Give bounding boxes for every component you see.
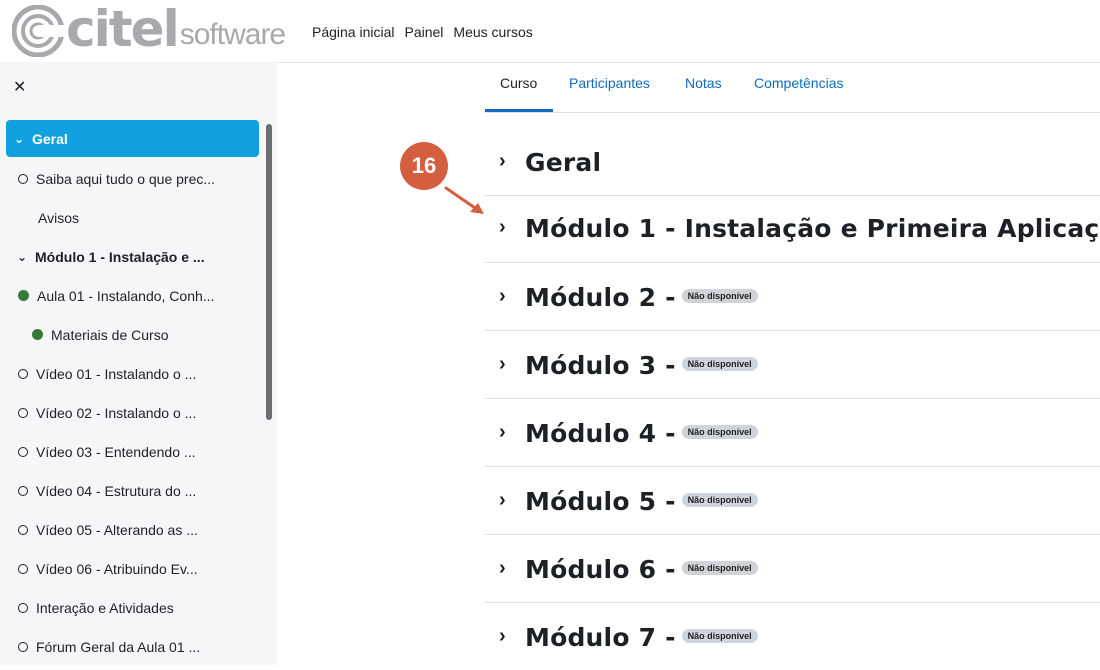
chevron-right-icon[interactable]: › [499,150,506,173]
course-index-label: Vídeo 02 - Instalando o ... [36,404,197,421]
chevron-right-icon[interactable]: › [499,353,506,376]
course-index-label: Módulo 1 - Instalação e ... [35,248,205,265]
course-index-activity[interactable]: Interação e Atividades [0,588,262,627]
nav-home-link[interactable]: Página inicial [312,24,395,40]
section-title[interactable]: Módulo 7 - Não disponível [525,623,758,652]
course-index-label: Aula 01 - Instalando, Conh... [37,287,215,304]
course-index-label: Interação e Atividades [36,599,174,616]
nav-my-courses-link[interactable]: Meus cursos [453,24,532,40]
incomplete-circle-icon [18,524,28,535]
incomplete-circle-icon [18,173,28,184]
incomplete-circle-icon [18,407,28,418]
tab-participantes[interactable]: Participantes [569,75,650,91]
course-index-activity[interactable]: Aula 01 - Instalando, Conh... [0,276,262,315]
course-section[interactable]: › Geral [485,130,1100,196]
unavailable-badge: Não disponível [681,289,758,303]
section-title-text: Módulo 7 - [525,623,676,652]
course-index-section-modulo-1[interactable]: ⌄ Módulo 1 - Instalação e ... [0,237,262,276]
complete-dot-icon [18,290,29,301]
course-index-activity[interactable]: Vídeo 03 - Entendendo ... [0,432,262,471]
chevron-down-icon[interactable]: ⌄ [17,250,27,264]
course-index-activity[interactable]: Vídeo 06 - Atribuindo Ev... [0,549,262,588]
unavailable-badge: Não disponível [681,493,758,507]
logo-swirl-icon [12,5,64,57]
course-index-label: Vídeo 05 - Alterando as ... [36,521,198,538]
drawer-scrollbar[interactable] [266,124,272,420]
section-title-text: Módulo 6 - [525,555,676,584]
unavailable-badge: Não disponível [681,425,758,439]
tab-notas[interactable]: Notas [685,75,722,91]
section-title[interactable]: Módulo 1 - Instalação e Primeira Aplicaç… [525,214,1100,243]
section-title[interactable]: Módulo 5 - Não disponível [525,487,758,516]
course-index-label: Avisos [38,209,79,226]
section-title[interactable]: Geral [525,148,601,177]
course-tabs: Curso Participantes Notas Competências [485,62,1100,113]
section-title-text: Módulo 3 - [525,351,676,380]
complete-dot-icon [32,329,43,340]
course-index-activity[interactable]: Fórum Geral da Aula 01 ... [0,627,262,665]
course-index-label: Fórum Geral da Aula 01 ... [36,638,201,655]
course-index-label: Saiba aqui tudo o que prec... [36,170,216,187]
unavailable-badge: Não disponível [681,357,758,371]
chevron-right-icon[interactable]: › [499,489,506,512]
incomplete-circle-icon [18,641,28,652]
incomplete-circle-icon [18,602,28,613]
course-index-label: Vídeo 06 - Atribuindo Ev... [36,560,198,577]
top-navbar: citel software Página inicial Painel Meu… [0,0,1100,63]
logo-wordmark: citel [66,0,180,58]
chevron-right-icon[interactable]: › [499,625,506,648]
logo-subtitle: software [179,18,286,51]
callout-arrow-icon [444,186,484,214]
section-title[interactable]: Módulo 3 - Não disponível [525,351,758,380]
course-index-activity[interactable]: Vídeo 01 - Instalando o ... [0,354,262,393]
course-index-activity[interactable]: Vídeo 05 - Alterando as ... [0,510,262,549]
course-index-label: Geral [32,130,68,147]
incomplete-circle-icon [18,485,28,496]
tab-curso[interactable]: Curso [500,75,537,91]
course-section[interactable]: › Módulo 7 - Não disponível [485,603,1100,670]
course-index-drawer: ✕ ⌄ Geral Saiba aqui tudo o que prec... … [0,62,277,665]
course-index-activity[interactable]: Vídeo 04 - Estrutura do ... [0,471,262,510]
course-index-label: Vídeo 04 - Estrutura do ... [36,482,197,499]
course-index-activity[interactable]: Saiba aqui tudo o que prec... [0,159,262,198]
chevron-right-icon[interactable]: › [499,285,506,308]
incomplete-circle-icon [18,563,28,574]
unavailable-badge: Não disponível [681,629,758,643]
primary-navigation: Página inicial Painel Meus cursos [312,24,533,40]
course-section[interactable]: › Módulo 4 - Não disponível [485,399,1100,467]
course-section[interactable]: › Módulo 5 - Não disponível [485,467,1100,535]
course-index-section-geral[interactable]: ⌄ Geral [6,120,259,157]
course-index-list: ⌄ Geral Saiba aqui tudo o que prec... Av… [0,120,262,665]
course-section[interactable]: › Módulo 6 - Não disponível [485,535,1100,603]
section-title[interactable]: Módulo 2 - Não disponível [525,283,758,312]
course-section[interactable]: › Módulo 2 - Não disponível [485,263,1100,331]
course-index-activity[interactable]: Avisos [0,198,262,237]
course-index-activity[interactable]: Vídeo 02 - Instalando o ... [0,393,262,432]
chevron-right-icon[interactable]: › [499,557,506,580]
course-index-label: Vídeo 01 - Instalando o ... [36,365,197,382]
course-index-activity[interactable]: Materiais de Curso [0,315,262,354]
chevron-right-icon[interactable]: › [499,421,506,444]
incomplete-circle-icon [18,368,28,379]
chevron-right-icon[interactable]: › [499,216,506,239]
unavailable-badge: Não disponível [681,561,758,575]
incomplete-circle-icon [18,446,28,457]
section-title[interactable]: Módulo 4 - Não disponível [525,419,758,448]
close-drawer-icon[interactable]: ✕ [13,80,29,96]
course-index-label: Materiais de Curso [51,326,169,343]
course-section[interactable]: › Módulo 1 - Instalação e Primeira Aplic… [485,196,1100,263]
nav-dashboard-link[interactable]: Painel [405,24,444,40]
chevron-down-icon[interactable]: ⌄ [14,132,24,146]
active-tab-indicator [485,109,553,112]
site-logo[interactable]: citel software [12,0,286,60]
section-title[interactable]: Módulo 6 - Não disponível [525,555,758,584]
course-section[interactable]: › Módulo 3 - Não disponível [485,331,1100,399]
tab-competencias[interactable]: Competências [754,75,844,91]
section-title-text: Módulo 2 - [525,283,676,312]
section-title-text: Módulo 4 - [525,419,676,448]
section-title-text: Módulo 5 - [525,487,676,516]
course-index-label: Vídeo 03 - Entendendo ... [36,443,196,460]
